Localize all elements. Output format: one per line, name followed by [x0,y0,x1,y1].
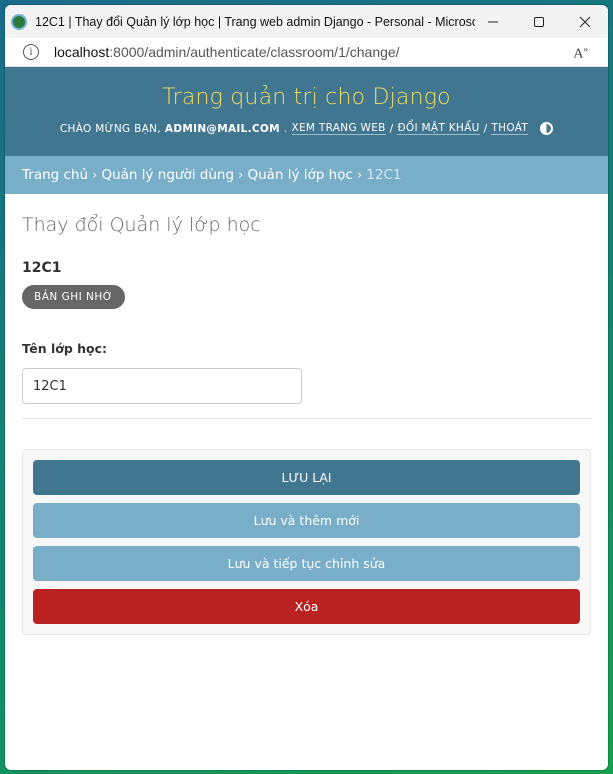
browser-window: 12C1 | Thay đổi Quản lý lớp học | Trang … [5,5,608,770]
dot-separator: . [283,122,288,135]
object-title: 12C1 [22,260,62,276]
favicon-icon [11,13,27,30]
classroom-name-label: Tên lớp học: [22,341,108,356]
breadcrumb-separator: › [92,167,98,183]
delete-button[interactable]: Xóa [33,589,580,624]
breadcrumb: Trang chủ › Quản lý người dùng › Quản lý… [5,156,608,194]
main-content: Thay đổi Quản lý lớp học 12C1 Bản ghi nh… [5,214,608,635]
user-tools: Chào mừng bạn, admin@mail.com. Xem trang… [5,122,608,135]
breadcrumb-separator: › [238,167,244,183]
save-button[interactable]: Lưu lại [33,460,580,495]
site-info-icon[interactable]: i [23,44,39,60]
page-title: Thay đổi Quản lý lớp học [22,214,261,236]
submit-row: Lưu lại Lưu và thêm mới Lưu và tiếp tục … [22,449,591,635]
form-divider [22,418,591,419]
breadcrumb-current: 12C1 [366,167,402,183]
url-text[interactable]: localhost:8000/admin/authenticate/classr… [54,44,400,60]
url-path: :8000/admin/authenticate/classroom/1/cha… [109,44,400,60]
window-controls [470,5,608,38]
username: admin@mail.com [164,122,280,135]
welcome-text: Chào mừng bạn, [59,122,161,135]
maximize-icon[interactable] [516,5,562,38]
history-button[interactable]: Bản ghi nhớ [22,285,125,309]
slash-separator: / [483,122,488,135]
address-bar[interactable]: i localhost:8000/admin/authenticate/clas… [5,38,608,67]
breadcrumb-home[interactable]: Trang chủ [22,167,88,183]
site-branding[interactable]: Trang quản trị cho Django [5,85,608,110]
admin-header: Trang quản trị cho Django Chào mừng bạn,… [5,67,608,156]
slash-separator: / [389,122,394,135]
minimize-icon[interactable] [470,5,516,38]
breadcrumb-separator: › [356,167,363,183]
classroom-name-input[interactable] [22,368,302,404]
close-icon[interactable] [562,5,608,38]
change-password-link[interactable]: Đổi mật khẩu [397,122,480,135]
breadcrumb-model[interactable]: Quản lý lớp học [247,167,352,183]
title-bar: 12C1 | Thay đổi Quản lý lớp học | Trang … [5,5,608,38]
view-site-link[interactable]: Xem trang web [291,122,386,135]
window-title: 12C1 | Thay đổi Quản lý lớp học | Trang … [35,14,475,29]
theme-toggle-icon[interactable] [540,122,554,135]
logout-link[interactable]: Thoát [491,122,529,135]
read-aloud-icon[interactable]: A» [573,44,588,63]
breadcrumb-app[interactable]: Quản lý người dùng [101,167,234,183]
save-and-continue-button[interactable]: Lưu và tiếp tục chỉnh sửa [33,546,580,581]
save-and-add-button[interactable]: Lưu và thêm mới [33,503,580,538]
url-host: localhost [54,44,110,60]
